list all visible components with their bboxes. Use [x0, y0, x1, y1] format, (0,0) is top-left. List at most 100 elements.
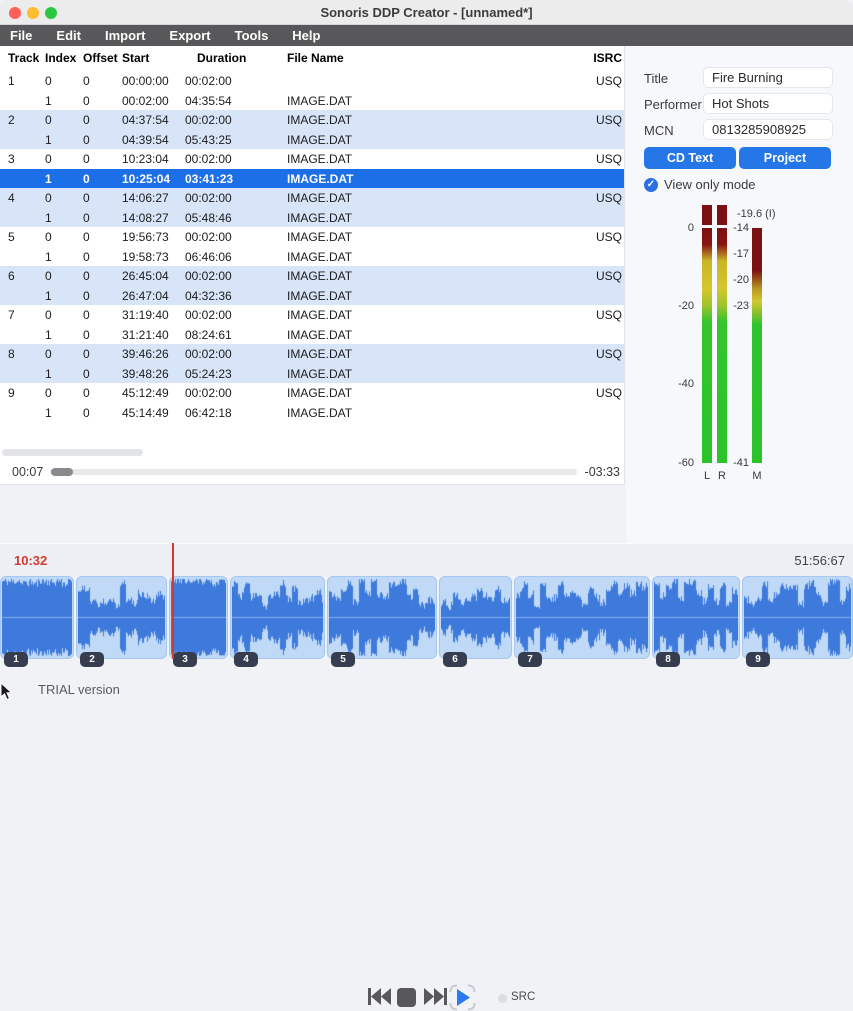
- lr-scale-40: -40: [664, 378, 694, 390]
- cell-index: 1: [45, 94, 52, 108]
- window-title: Sonoris DDP Creator - [unnamed*]: [0, 5, 853, 20]
- cell-start: 04:37:54: [122, 113, 169, 127]
- audio-clip[interactable]: 1: [0, 576, 74, 659]
- menu-item-edit[interactable]: Edit: [56, 28, 81, 43]
- cell-index: 0: [45, 230, 52, 244]
- timeline-ruler[interactable]: 10:32 51:56:67: [0, 543, 853, 575]
- playhead-line[interactable]: [172, 543, 174, 659]
- audio-clip[interactable]: 8: [652, 576, 740, 659]
- cell-start: 14:08:27: [122, 211, 169, 225]
- m-scale-17: -17: [719, 248, 749, 260]
- menu-item-help[interactable]: Help: [292, 28, 320, 43]
- cell-offset: 0: [83, 74, 90, 88]
- lr-scale-60: -60: [664, 457, 694, 469]
- cd-text-button[interactable]: CD Text: [644, 147, 736, 169]
- table-row[interactable]: 1 0 00:02:00 04:35:54 IMAGE.DAT: [0, 91, 625, 111]
- table-row[interactable]: 8 0 0 39:46:26 00:02:00 IMAGE.DAT USQ: [0, 344, 625, 364]
- audio-clip[interactable]: 2: [76, 576, 167, 659]
- column-header-file-name[interactable]: File Name: [287, 51, 344, 65]
- audio-clip[interactable]: 4: [230, 576, 325, 659]
- column-header-isrc[interactable]: ISRC: [593, 51, 622, 65]
- cell-isrc: USQ: [596, 191, 622, 205]
- remaining-time: -03:33: [585, 465, 620, 479]
- cell-duration: 03:41:23: [185, 172, 233, 186]
- cell-track: 4: [8, 191, 15, 205]
- column-header-start[interactable]: Start: [122, 51, 149, 65]
- table-row[interactable]: 1 0 31:21:40 08:24:61 IMAGE.DAT: [0, 325, 625, 345]
- waveform: [2, 578, 72, 657]
- table-row[interactable]: 9 0 0 45:12:49 00:02:00 IMAGE.DAT USQ: [0, 383, 625, 403]
- playback-slider-handle[interactable]: [51, 468, 73, 476]
- cell-duration: 00:02:00: [185, 230, 232, 244]
- cell-offset: 0: [83, 367, 90, 381]
- cell-isrc: USQ: [596, 113, 622, 127]
- table-row[interactable]: 1 0 04:39:54 05:43:25 IMAGE.DAT: [0, 130, 625, 150]
- waveform-timeline: 1 2 3 4 5 6 7 8 9: [0, 575, 853, 672]
- table-row[interactable]: 1 0 45:14:49 06:42:18 IMAGE.DAT: [0, 403, 625, 423]
- table-row[interactable]: 1 0 0 00:00:00 00:02:00 USQ: [0, 71, 625, 91]
- audio-clip[interactable]: 7: [514, 576, 650, 659]
- cell-file-name: IMAGE.DAT: [287, 172, 353, 186]
- waveform: [654, 578, 738, 657]
- audio-clip[interactable]: 5: [327, 576, 437, 659]
- column-header-offset[interactable]: Offset: [83, 51, 118, 65]
- cell-track: 8: [8, 347, 15, 361]
- cell-start: 19:58:73: [122, 250, 169, 264]
- table-row[interactable]: 5 0 0 19:56:73 00:02:00 IMAGE.DAT USQ: [0, 227, 625, 247]
- elapsed-time: 00:07: [12, 465, 43, 479]
- audio-clip[interactable]: 9: [742, 576, 853, 659]
- cell-offset: 0: [83, 250, 90, 264]
- menu-item-export[interactable]: Export: [169, 28, 210, 43]
- table-row[interactable]: 1 0 14:08:27 05:48:46 IMAGE.DAT: [0, 208, 625, 228]
- cell-start: 39:46:26: [122, 347, 169, 361]
- play-button[interactable]: [449, 984, 476, 1011]
- cell-offset: 0: [83, 308, 90, 322]
- title-input[interactable]: Fire Burning: [703, 67, 833, 88]
- table-horizontal-scrollbar[interactable]: [2, 449, 143, 456]
- menu-item-tools[interactable]: Tools: [235, 28, 269, 43]
- cell-index: 1: [45, 328, 52, 342]
- view-only-checkbox[interactable]: ✓: [644, 178, 658, 192]
- menu-item-file[interactable]: File: [10, 28, 32, 43]
- cell-offset: 0: [83, 289, 90, 303]
- table-row[interactable]: 6 0 0 26:45:04 00:02:00 IMAGE.DAT USQ: [0, 266, 625, 286]
- stop-button[interactable]: [397, 988, 416, 1007]
- track-number-badge: 7: [518, 652, 542, 667]
- cell-file-name: IMAGE.DAT: [287, 133, 352, 147]
- table-row[interactable]: 1 0 26:47:04 04:32:36 IMAGE.DAT: [0, 286, 625, 306]
- table-row[interactable]: 7 0 0 31:19:40 00:02:00 IMAGE.DAT USQ: [0, 305, 625, 325]
- transport-bar: SRC: [0, 485, 853, 543]
- table-row[interactable]: 1 0 39:48:26 05:24:23 IMAGE.DAT: [0, 364, 625, 384]
- column-header-index[interactable]: Index: [45, 51, 76, 65]
- audio-clip[interactable]: 3: [169, 576, 228, 659]
- audio-clip[interactable]: 6: [439, 576, 512, 659]
- skip-back-button[interactable]: [368, 988, 391, 1005]
- cell-duration: 08:24:61: [185, 328, 232, 342]
- cell-duration: 04:32:36: [185, 289, 232, 303]
- table-row[interactable]: 3 0 0 10:23:04 00:02:00 IMAGE.DAT USQ: [0, 149, 625, 169]
- cell-offset: 0: [83, 94, 90, 108]
- table-row[interactable]: 2 0 0 04:37:54 00:02:00 IMAGE.DAT USQ: [0, 110, 625, 130]
- skip-forward-button[interactable]: [424, 988, 447, 1005]
- mcn-input[interactable]: 0813285908925: [703, 119, 833, 140]
- m-scale-20: -20: [719, 274, 749, 286]
- column-header-track[interactable]: Track: [8, 51, 39, 65]
- column-header-duration[interactable]: Duration: [197, 51, 246, 65]
- table-row[interactable]: 4 0 0 14:06:27 00:02:00 IMAGE.DAT USQ: [0, 188, 625, 208]
- playback-slider[interactable]: [50, 469, 577, 475]
- cell-file-name: IMAGE.DAT: [287, 347, 352, 361]
- cell-index: 1: [45, 250, 52, 264]
- project-button[interactable]: Project: [739, 147, 831, 169]
- cell-offset: 0: [83, 211, 90, 225]
- menu-item-import[interactable]: Import: [105, 28, 145, 43]
- cell-start: 39:48:26: [122, 367, 169, 381]
- cell-index: 1: [45, 406, 52, 420]
- cell-file-name: IMAGE.DAT: [287, 152, 352, 166]
- clip-indicator-left: [702, 205, 712, 225]
- m-scale-41: -41: [719, 457, 749, 469]
- table-row[interactable]: 1 0 19:58:73 06:46:06 IMAGE.DAT: [0, 247, 625, 267]
- cell-track: 7: [8, 308, 15, 322]
- trial-version-text: TRIAL version: [38, 682, 120, 697]
- table-row[interactable]: 1 0 10:25:04 03:41:23 IMAGE.DAT: [0, 169, 625, 189]
- performer-input[interactable]: Hot Shots: [703, 93, 833, 114]
